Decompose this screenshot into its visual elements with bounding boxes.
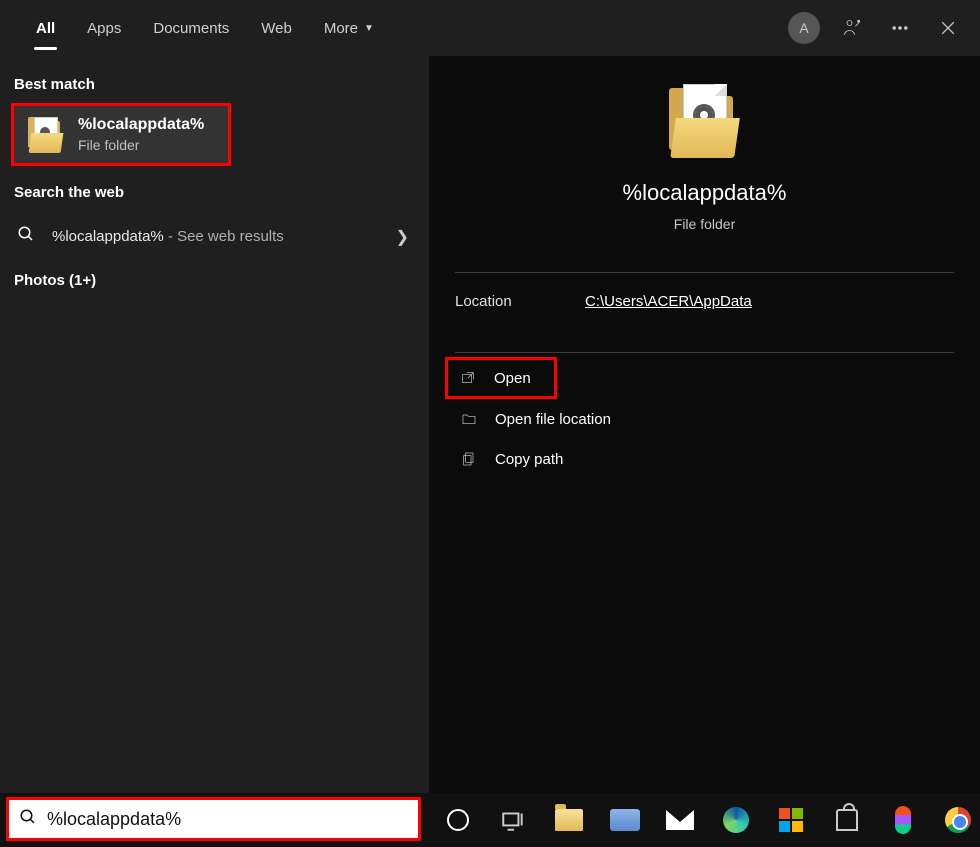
- tab-more-label: More: [324, 20, 358, 37]
- search-box[interactable]: [6, 797, 421, 841]
- search-input[interactable]: [47, 809, 408, 830]
- best-match-subtitle: File folder: [78, 137, 204, 153]
- more-options-icon[interactable]: [878, 6, 922, 50]
- results-list: Best match %localappdata% File folder Se…: [0, 56, 429, 793]
- avatar-initial: A: [788, 12, 820, 44]
- copy-icon: [459, 449, 479, 469]
- folder-icon: [28, 117, 64, 153]
- taskbar-edge[interactable]: [714, 796, 758, 844]
- open-label: Open: [494, 370, 531, 387]
- preview-subtitle: File folder: [674, 216, 735, 232]
- taskbar-microsoft-store[interactable]: [770, 796, 814, 844]
- chevron-right-icon: ❯: [396, 227, 415, 247]
- tab-all[interactable]: All: [20, 0, 71, 56]
- tab-apps[interactable]: Apps: [71, 0, 137, 56]
- taskbar-store-bag[interactable]: [825, 796, 869, 844]
- folder-location-icon: [459, 409, 479, 429]
- search-icon: [14, 225, 38, 248]
- preview-title: %localappdata%: [623, 180, 787, 206]
- open-file-location-label: Open file location: [495, 411, 611, 428]
- best-match-heading: Best match: [0, 66, 429, 103]
- copy-path-label: Copy path: [495, 451, 563, 468]
- search-web-heading: Search the web: [0, 174, 429, 211]
- open-icon: [458, 368, 478, 388]
- preview-actions: Open Open file location Copy path: [429, 357, 980, 479]
- location-path[interactable]: C:\Users\ACER\AppData: [585, 293, 752, 310]
- web-result-text: %localappdata% - See web results: [52, 228, 382, 245]
- results-area: Best match %localappdata% File folder Se…: [0, 56, 980, 793]
- search-icon: [19, 808, 37, 831]
- taskbar-task-view[interactable]: [492, 796, 536, 844]
- divider: [455, 352, 954, 353]
- tab-web[interactable]: Web: [245, 0, 308, 56]
- close-button[interactable]: [926, 6, 970, 50]
- category-tabs: All Apps Documents Web More ▼ A: [0, 0, 980, 56]
- taskbar-file-explorer[interactable]: [547, 796, 591, 844]
- web-result-row[interactable]: %localappdata% - See web results ❯: [0, 211, 429, 262]
- taskbar-mail[interactable]: [658, 796, 702, 844]
- best-match-result[interactable]: %localappdata% File folder: [11, 103, 231, 166]
- open-action[interactable]: Open: [445, 357, 557, 399]
- copy-path-action[interactable]: Copy path: [455, 439, 954, 479]
- web-suffix: - See web results: [164, 228, 284, 245]
- taskbar-chrome[interactable]: [936, 796, 980, 844]
- photos-heading[interactable]: Photos (1+): [0, 262, 429, 299]
- best-match-title: %localappdata%: [78, 116, 204, 134]
- tab-more[interactable]: More ▼: [308, 0, 390, 56]
- user-avatar[interactable]: A: [782, 6, 826, 50]
- feedback-icon[interactable]: [830, 6, 874, 50]
- folder-icon: [665, 82, 745, 162]
- taskbar-figma[interactable]: [881, 796, 925, 844]
- tab-documents[interactable]: Documents: [137, 0, 245, 56]
- preview-pane: %localappdata% File folder Location C:\U…: [429, 56, 980, 793]
- web-query: %localappdata%: [52, 228, 164, 245]
- location-row: Location C:\Users\ACER\AppData: [429, 273, 980, 330]
- location-label: Location: [455, 293, 585, 310]
- title-bar-controls: A: [782, 0, 980, 56]
- open-file-location-action[interactable]: Open file location: [455, 399, 954, 439]
- chevron-down-icon: ▼: [364, 23, 374, 34]
- windows-search-panel: All Apps Documents Web More ▼ A Best mat…: [0, 0, 980, 793]
- taskbar-cortana[interactable]: [436, 796, 480, 844]
- taskbar-on-screen-keyboard[interactable]: [603, 796, 647, 844]
